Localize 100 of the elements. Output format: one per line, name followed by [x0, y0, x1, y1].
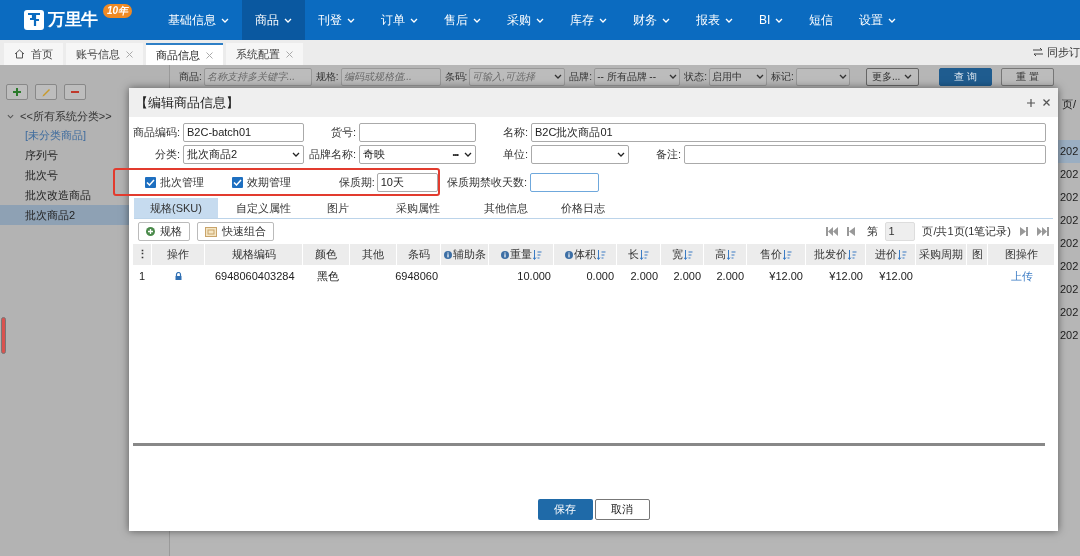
- field-label: 保质期:: [337, 174, 376, 190]
- reset-button[interactable]: 重 置: [1000, 67, 1054, 86]
- nav-menu-item[interactable]: 商品: [242, 0, 305, 40]
- dialog-tab[interactable]: 图片: [308, 198, 368, 218]
- nav-menu-item[interactable]: 财务: [620, 0, 683, 40]
- first-page-icon[interactable]: [826, 227, 839, 236]
- checkbox-label: 效期管理: [247, 174, 292, 190]
- prev-page-icon[interactable]: [845, 227, 858, 236]
- check-icon: [146, 178, 155, 186]
- nav-menu-item[interactable]: 库存: [557, 0, 620, 40]
- text-field[interactable]: B2C批次商品01: [531, 123, 1046, 142]
- text-field[interactable]: [530, 172, 600, 192]
- nav-menu-item[interactable]: BI: [746, 0, 797, 40]
- text-field[interactable]: [359, 123, 476, 142]
- select-field[interactable]: [795, 67, 850, 86]
- dialog-tab[interactable]: 规格(SKU): [134, 198, 218, 218]
- logo-icon: [24, 10, 44, 30]
- tool-button[interactable]: [6, 84, 28, 100]
- table-cell-text: ¥12.00: [878, 268, 914, 284]
- table-cell-text: 202: [1059, 259, 1080, 275]
- table-cell-text: 6948060403284: [214, 268, 296, 284]
- sort-icon[interactable]: [848, 249, 857, 260]
- sort-icon[interactable]: [532, 249, 542, 260]
- nav-menu-item[interactable]: 短信: [796, 0, 847, 40]
- logo-text: 万里牛: [48, 9, 98, 32]
- page-tab[interactable]: 账号信息: [66, 43, 143, 65]
- table-cell-text: 202: [1059, 282, 1080, 298]
- column-header: 批发价: [806, 244, 866, 265]
- nav-menu-item[interactable]: 售后: [431, 0, 494, 40]
- select-field[interactable]: -- 所有品牌 --: [594, 67, 681, 86]
- select-field[interactable]: [531, 145, 629, 164]
- select-field[interactable]: 奇映 •••: [359, 145, 476, 164]
- nav-menu-item[interactable]: 订单: [368, 0, 431, 40]
- chevron-icon: [838, 74, 847, 79]
- sort-icon[interactable]: [726, 249, 736, 260]
- save-button[interactable]: 保存: [537, 499, 593, 520]
- pager-label: 页/共1页(1笔记录): [922, 224, 1011, 240]
- sort-icon[interactable]: [683, 249, 693, 260]
- more-dots[interactable]: •••: [452, 148, 458, 161]
- page-number-field[interactable]: 1: [885, 222, 916, 241]
- chevron-icon: [904, 74, 913, 79]
- checkbox-label: 批次管理: [160, 174, 204, 190]
- add-icon: [146, 227, 155, 236]
- table-cell-text: 6948060: [397, 268, 439, 284]
- home-icon: [14, 49, 25, 59]
- lock-icon[interactable]: [175, 272, 182, 280]
- page-tab[interactable]: 商品信息: [146, 43, 223, 65]
- last-page-icon[interactable]: [1037, 227, 1049, 236]
- dialog-tab[interactable]: 其他信息: [468, 198, 543, 218]
- cancel-button[interactable]: 取消: [594, 499, 650, 520]
- text-field[interactable]: 10天: [376, 172, 438, 192]
- plus-icon[interactable]: [1027, 98, 1035, 107]
- sync-link[interactable]: 同步订: [1033, 44, 1080, 61]
- more-dropdown[interactable]: 更多...: [865, 67, 919, 86]
- dialog-tab[interactable]: 自定义属性: [218, 198, 308, 218]
- scrollbar-thumb[interactable]: [1, 317, 6, 354]
- dialog-tab[interactable]: 采购属性: [368, 198, 468, 218]
- pencil-icon: [41, 87, 51, 97]
- table-cell-text: 202: [1059, 190, 1080, 206]
- nav-menu-item[interactable]: 设置: [846, 0, 910, 40]
- nav-menu-item[interactable]: 采购: [494, 0, 557, 40]
- column-header: 售价: [747, 244, 806, 265]
- dialog-tab[interactable]: 价格日志: [543, 198, 623, 218]
- field-label: 商品:: [179, 70, 202, 84]
- close-icon[interactable]: [1043, 99, 1050, 106]
- tool-button[interactable]: [64, 84, 86, 100]
- horizontal-scrollbar[interactable]: [133, 443, 1045, 446]
- table-cell-text: 2.000: [629, 268, 659, 284]
- select-field[interactable]: 批次商品2: [183, 145, 304, 164]
- upload-link[interactable]: 上传: [1010, 267, 1033, 285]
- field-label: 品牌:: [569, 70, 593, 84]
- sort-icon[interactable]: [596, 249, 606, 260]
- checkbox[interactable]: [145, 176, 156, 188]
- checkbox[interactable]: [232, 176, 244, 188]
- sort-icon[interactable]: [640, 249, 649, 260]
- sort-icon[interactable]: [783, 249, 792, 260]
- next-page-icon[interactable]: [1018, 227, 1030, 236]
- field-label: 名称:: [501, 125, 529, 141]
- query-button[interactable]: 查 询: [938, 67, 992, 86]
- nav-menu-item[interactable]: 报表: [683, 0, 746, 40]
- page-tab[interactable]: 首页: [4, 43, 63, 65]
- field-label: 状态:: [684, 70, 707, 84]
- table-cell-text: 202: [1059, 328, 1080, 344]
- dialog-title: 【编辑商品信息】: [135, 93, 240, 112]
- column-header: 重量: [489, 244, 554, 265]
- table-cell-text: 202: [1059, 305, 1080, 321]
- page-tab[interactable]: 系统配置: [226, 43, 303, 65]
- column-header: 长: [617, 244, 661, 265]
- chevron-icon: [554, 74, 563, 79]
- table-cell-text: ¥12.00: [768, 268, 804, 284]
- sort-icon[interactable]: [897, 249, 907, 260]
- nav-menu-item[interactable]: 基础信息: [155, 0, 242, 40]
- tool-button[interactable]: [35, 84, 57, 100]
- select-field[interactable]: 启用中: [708, 67, 767, 86]
- text-field[interactable]: B2C-batch01: [183, 123, 304, 142]
- column-header: 辅助条: [441, 244, 489, 265]
- nav-menu-item[interactable]: 刊登: [305, 0, 368, 40]
- add-spec-button[interactable]: 规格: [138, 222, 190, 241]
- text-field[interactable]: [684, 145, 1046, 164]
- combine-button[interactable]: 快速组合: [197, 222, 274, 241]
